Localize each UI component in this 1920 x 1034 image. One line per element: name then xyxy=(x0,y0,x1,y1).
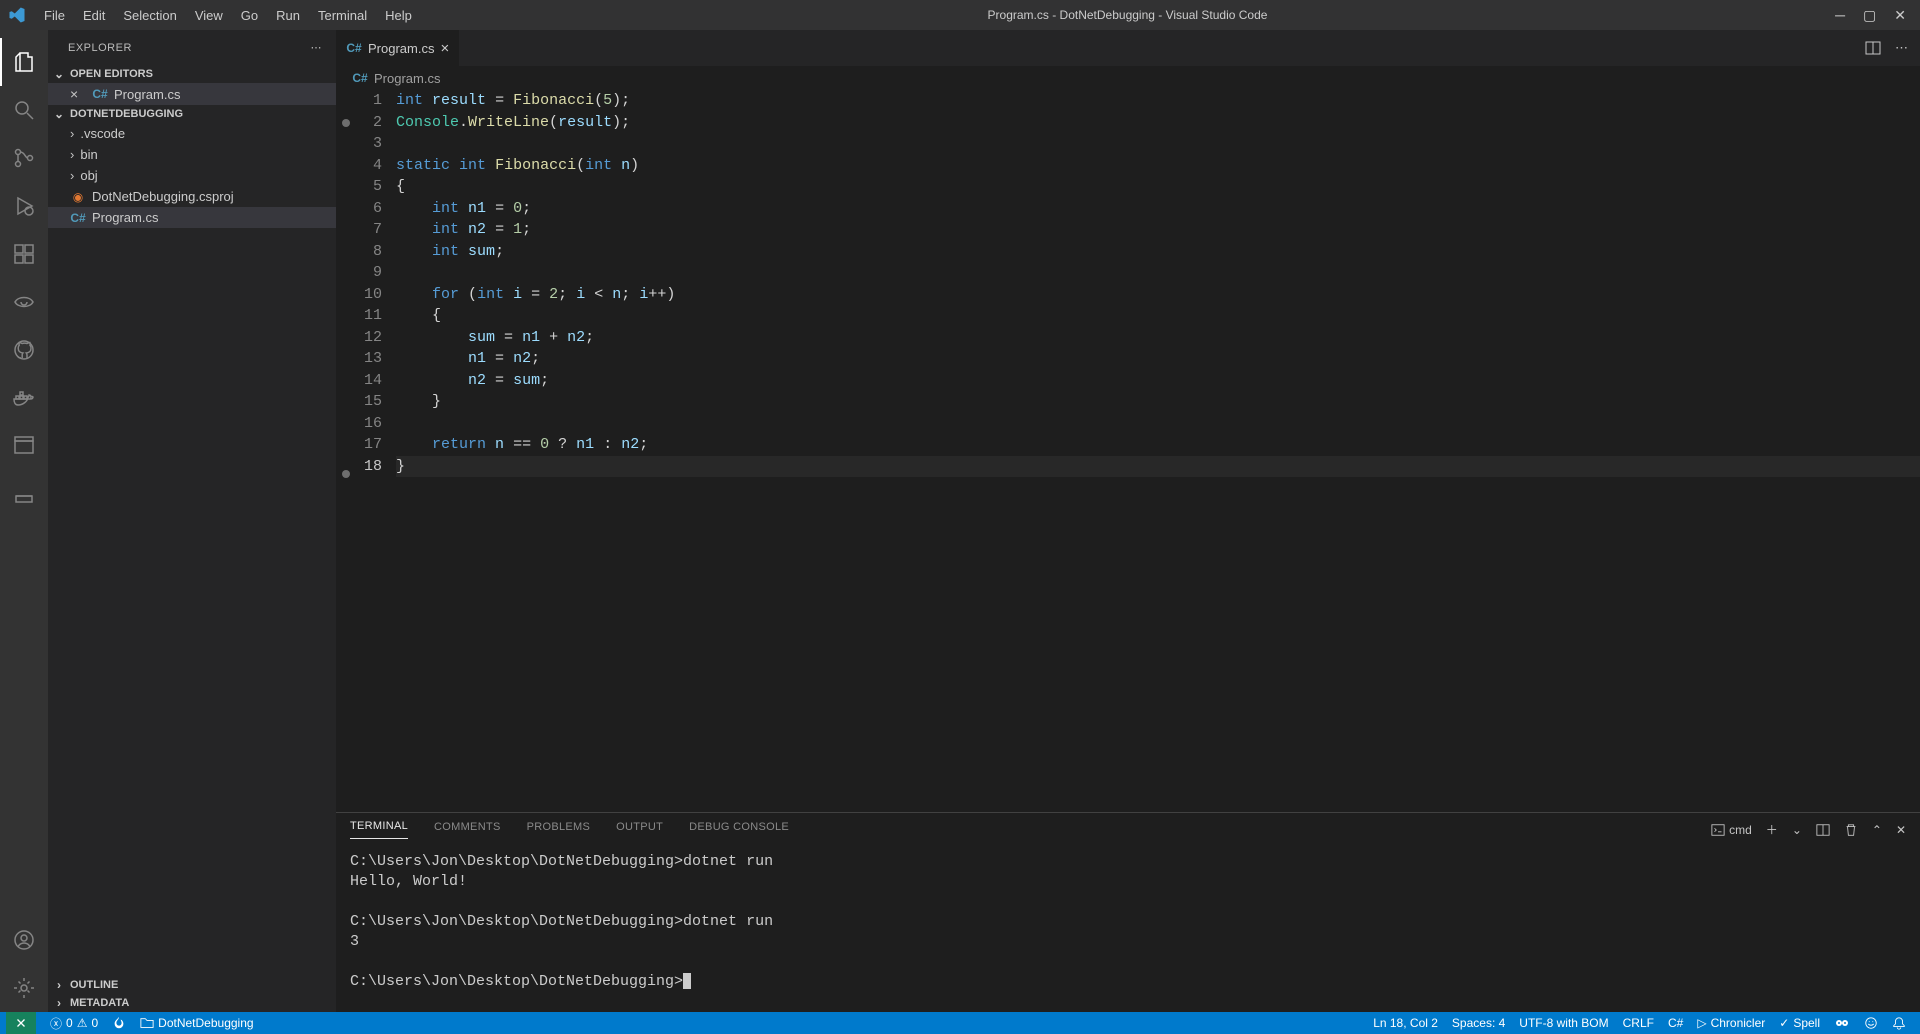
chevron-right-icon: › xyxy=(70,126,74,141)
tree-folder[interactable]: ›.vscode xyxy=(48,123,336,144)
terminal-output[interactable]: C:\Users\Jon\Desktop\DotNetDebugging>dot… xyxy=(336,846,1920,1012)
extensions-icon[interactable] xyxy=(0,230,48,278)
explorer-title: EXPLORER xyxy=(68,42,132,54)
remote-indicator[interactable] xyxy=(6,1012,36,1034)
editor-area: C# Program.cs × ⋯ C# Program.cs 12345678… xyxy=(336,30,1920,1012)
tree-folder[interactable]: ›bin xyxy=(48,144,336,165)
editor-tab[interactable]: C# Program.cs × xyxy=(336,30,459,66)
sidebar: EXPLORER ⋯ ⌄ OPEN EDITORS × C# Program.c… xyxy=(48,30,336,1012)
menu-selection[interactable]: Selection xyxy=(115,4,184,27)
status-project[interactable]: DotNetDebugging xyxy=(140,1016,253,1030)
activity-ext-1-icon[interactable] xyxy=(0,278,48,326)
menu-bar: FileEditSelectionViewGoRunTerminalHelp xyxy=(36,4,420,27)
panel-tab-terminal[interactable]: TERMINAL xyxy=(350,820,408,839)
panel: TERMINAL COMMENTS PROBLEMS OUTPUT DEBUG CONS… xyxy=(336,812,1920,1012)
github-icon[interactable] xyxy=(0,326,48,374)
chevron-right-icon: › xyxy=(70,168,74,183)
folder-icon xyxy=(140,1016,154,1030)
chevron-right-icon: › xyxy=(52,996,66,1010)
check-icon: ✓ xyxy=(1779,1016,1789,1030)
metadata-section[interactable]: › METADATA xyxy=(48,994,336,1012)
copilot-icon[interactable] xyxy=(1834,1015,1850,1031)
csharp-file-icon: C# xyxy=(352,71,368,85)
feedback-icon[interactable] xyxy=(1864,1016,1878,1030)
status-fire-icon[interactable] xyxy=(112,1016,126,1030)
chevron-right-icon: › xyxy=(52,978,66,992)
menu-go[interactable]: Go xyxy=(233,4,266,27)
menu-help[interactable]: Help xyxy=(377,4,420,27)
encoding[interactable]: UTF-8 with BOM xyxy=(1519,1016,1608,1030)
eol[interactable]: CRLF xyxy=(1623,1016,1654,1030)
language-mode[interactable]: C# xyxy=(1668,1016,1683,1030)
tree-file[interactable]: C#Program.cs xyxy=(48,207,336,228)
menu-file[interactable]: File xyxy=(36,4,73,27)
terminal-split-chevron-icon[interactable]: ⌄ xyxy=(1792,823,1802,837)
chevron-down-icon: ⌄ xyxy=(52,67,66,81)
tree-folder[interactable]: ›obj xyxy=(48,165,336,186)
panel-tab-debug-console[interactable]: DEBUG CONSOLE xyxy=(689,821,789,839)
panel-tab-comments[interactable]: COMMENTS xyxy=(434,821,501,839)
split-terminal-icon[interactable] xyxy=(1816,823,1830,837)
warning-icon: ⚠ xyxy=(77,1016,88,1030)
window-title: Program.cs - DotNetDebugging - Visual St… xyxy=(420,8,1835,22)
menu-edit[interactable]: Edit xyxy=(75,4,113,27)
code-editor[interactable]: 123456789101112131415161718int result = … xyxy=(336,90,1920,812)
terminal-shell-icon[interactable]: cmd xyxy=(1711,823,1752,837)
cursor-position[interactable]: Ln 18, Col 2 xyxy=(1373,1016,1438,1030)
outline-section[interactable]: › OUTLINE xyxy=(48,976,336,994)
statusbar: ⓧ0 ⚠0 DotNetDebugging Ln 18, Col 2 Space… xyxy=(0,1012,1920,1034)
more-icon[interactable]: ⋯ xyxy=(1895,40,1908,56)
problems-indicator[interactable]: ⓧ0 ⚠0 xyxy=(50,1015,98,1032)
panel-tab-output[interactable]: OUTPUT xyxy=(616,821,663,839)
close-icon[interactable]: ✕ xyxy=(1894,7,1906,24)
open-editor-item[interactable]: × C# Program.cs xyxy=(48,83,336,105)
chevron-down-icon: ⌄ xyxy=(52,107,66,121)
accounts-icon[interactable] xyxy=(0,916,48,964)
new-terminal-icon[interactable]: ＋ xyxy=(1766,821,1778,838)
close-icon[interactable]: × xyxy=(440,40,449,57)
editor-tabs: C# Program.cs × ⋯ xyxy=(336,30,1920,66)
project-file-icon: ◉ xyxy=(70,190,86,204)
indentation[interactable]: Spaces: 4 xyxy=(1452,1016,1505,1030)
activity-ext-3-icon[interactable] xyxy=(0,422,48,470)
project-section[interactable]: ⌄ DOTNETDEBUGGING xyxy=(48,105,336,123)
play-icon: ▷ xyxy=(1697,1016,1706,1030)
search-icon[interactable] xyxy=(0,86,48,134)
maximize-icon[interactable]: ▢ xyxy=(1863,7,1876,24)
csharp-file-icon: C# xyxy=(92,87,108,101)
run-debug-icon[interactable] xyxy=(0,182,48,230)
notifications-icon[interactable] xyxy=(1892,1016,1906,1030)
menu-run[interactable]: Run xyxy=(268,4,308,27)
menu-terminal[interactable]: Terminal xyxy=(310,4,375,27)
maximize-panel-icon[interactable]: ⌃ xyxy=(1872,823,1882,837)
more-icon[interactable]: ⋯ xyxy=(311,41,323,54)
spell-check[interactable]: ✓ Spell xyxy=(1779,1016,1820,1030)
chronicler[interactable]: ▷ Chronicler xyxy=(1697,1016,1765,1030)
docker-icon[interactable] xyxy=(0,374,48,422)
explorer-icon[interactable] xyxy=(0,38,48,86)
activity-ext-4-icon[interactable] xyxy=(0,470,48,518)
close-panel-icon[interactable]: ✕ xyxy=(1896,823,1906,837)
trash-icon[interactable] xyxy=(1844,823,1858,837)
csharp-file-icon: C# xyxy=(70,211,86,225)
tree-file[interactable]: ◉DotNetDebugging.csproj xyxy=(48,186,336,207)
panel-tabs: TERMINAL COMMENTS PROBLEMS OUTPUT DEBUG CONS… xyxy=(336,813,1920,846)
activity-bar xyxy=(0,30,48,1012)
vscode-logo-icon xyxy=(8,6,26,24)
menu-view[interactable]: View xyxy=(187,4,231,27)
open-editors-section[interactable]: ⌄ OPEN EDITORS xyxy=(48,65,336,83)
breadcrumb[interactable]: C# Program.cs xyxy=(336,66,1920,90)
error-icon: ⓧ xyxy=(50,1015,62,1032)
titlebar: FileEditSelectionViewGoRunTerminalHelp P… xyxy=(0,0,1920,30)
source-control-icon[interactable] xyxy=(0,134,48,182)
minimize-icon[interactable]: ─ xyxy=(1835,7,1845,24)
chevron-right-icon: › xyxy=(70,147,74,162)
window-controls: ─ ▢ ✕ xyxy=(1835,7,1912,24)
settings-gear-icon[interactable] xyxy=(0,964,48,1012)
panel-tab-problems[interactable]: PROBLEMS xyxy=(527,821,591,839)
close-icon[interactable]: × xyxy=(70,86,86,102)
split-editor-icon[interactable] xyxy=(1865,40,1881,56)
csharp-file-icon: C# xyxy=(346,41,362,55)
